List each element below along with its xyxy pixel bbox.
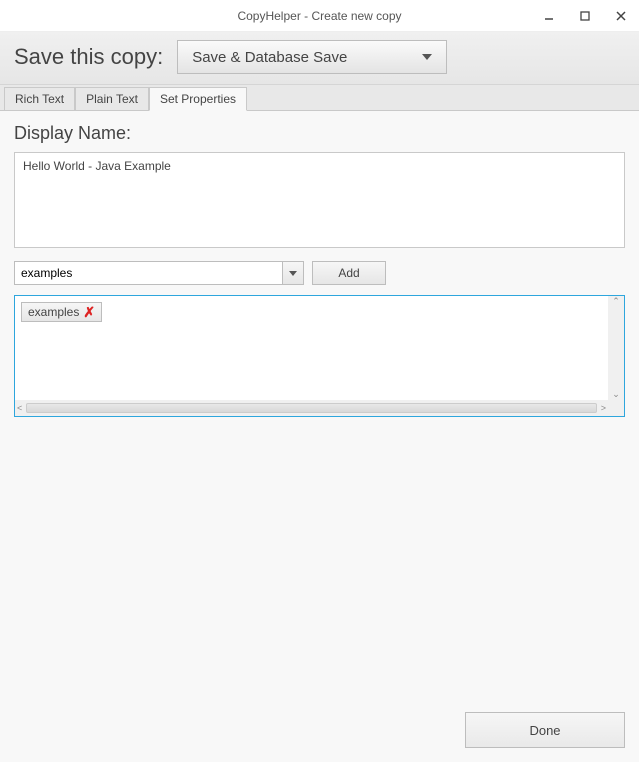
tag-item[interactable]: examples ✗ (21, 302, 102, 322)
save-label: Save this copy: (14, 44, 163, 70)
app-window: CopyHelper - Create new copy Save this c… (0, 0, 639, 762)
save-mode-dropdown[interactable]: Save & Database Save (177, 40, 447, 74)
tag-add-row: Add (14, 261, 625, 285)
header-row: Save this copy: Save & Database Save (0, 32, 639, 85)
add-button[interactable]: Add (312, 261, 386, 285)
maximize-button[interactable] (567, 0, 603, 32)
close-button[interactable] (603, 0, 639, 32)
window-controls (531, 0, 639, 32)
scroll-corner (608, 400, 624, 416)
display-name-input[interactable] (14, 152, 625, 248)
tag-list-box: examples ✗ ⌃ ⌄ < > (14, 295, 625, 417)
scroll-left-icon: < (17, 403, 22, 413)
titlebar[interactable]: CopyHelper - Create new copy (0, 0, 639, 32)
done-button[interactable]: Done (465, 712, 625, 748)
window-title: CopyHelper - Create new copy (237, 9, 401, 23)
minimize-button[interactable] (531, 0, 567, 32)
chevron-down-icon (422, 54, 432, 60)
scroll-right-icon: > (601, 403, 606, 413)
tab-rich-text[interactable]: Rich Text (4, 87, 75, 111)
tag-combo-dropdown-button[interactable] (282, 261, 304, 285)
tab-set-properties[interactable]: Set Properties (149, 87, 247, 111)
scroll-track[interactable] (26, 403, 596, 413)
tab-content: Display Name: Add examples ✗ ⌃ ⌄ (0, 111, 639, 762)
scroll-down-icon: ⌄ (612, 389, 620, 400)
tag-list-inner: examples ✗ (15, 296, 608, 400)
vertical-scrollbar[interactable]: ⌃ ⌄ (608, 296, 624, 400)
tag-combo (14, 261, 304, 285)
horizontal-scrollbar[interactable]: < > (15, 400, 608, 416)
tabs-row: Rich Text Plain Text Set Properties (0, 85, 639, 111)
remove-tag-icon[interactable]: ✗ (83, 305, 95, 319)
chevron-down-icon (289, 271, 297, 276)
tab-plain-text[interactable]: Plain Text (75, 87, 149, 111)
save-mode-value: Save & Database Save (192, 49, 347, 66)
display-name-label: Display Name: (14, 123, 625, 144)
tag-combo-input[interactable] (14, 261, 282, 285)
scroll-up-icon: ⌃ (612, 296, 620, 307)
tag-label: examples (28, 305, 79, 319)
